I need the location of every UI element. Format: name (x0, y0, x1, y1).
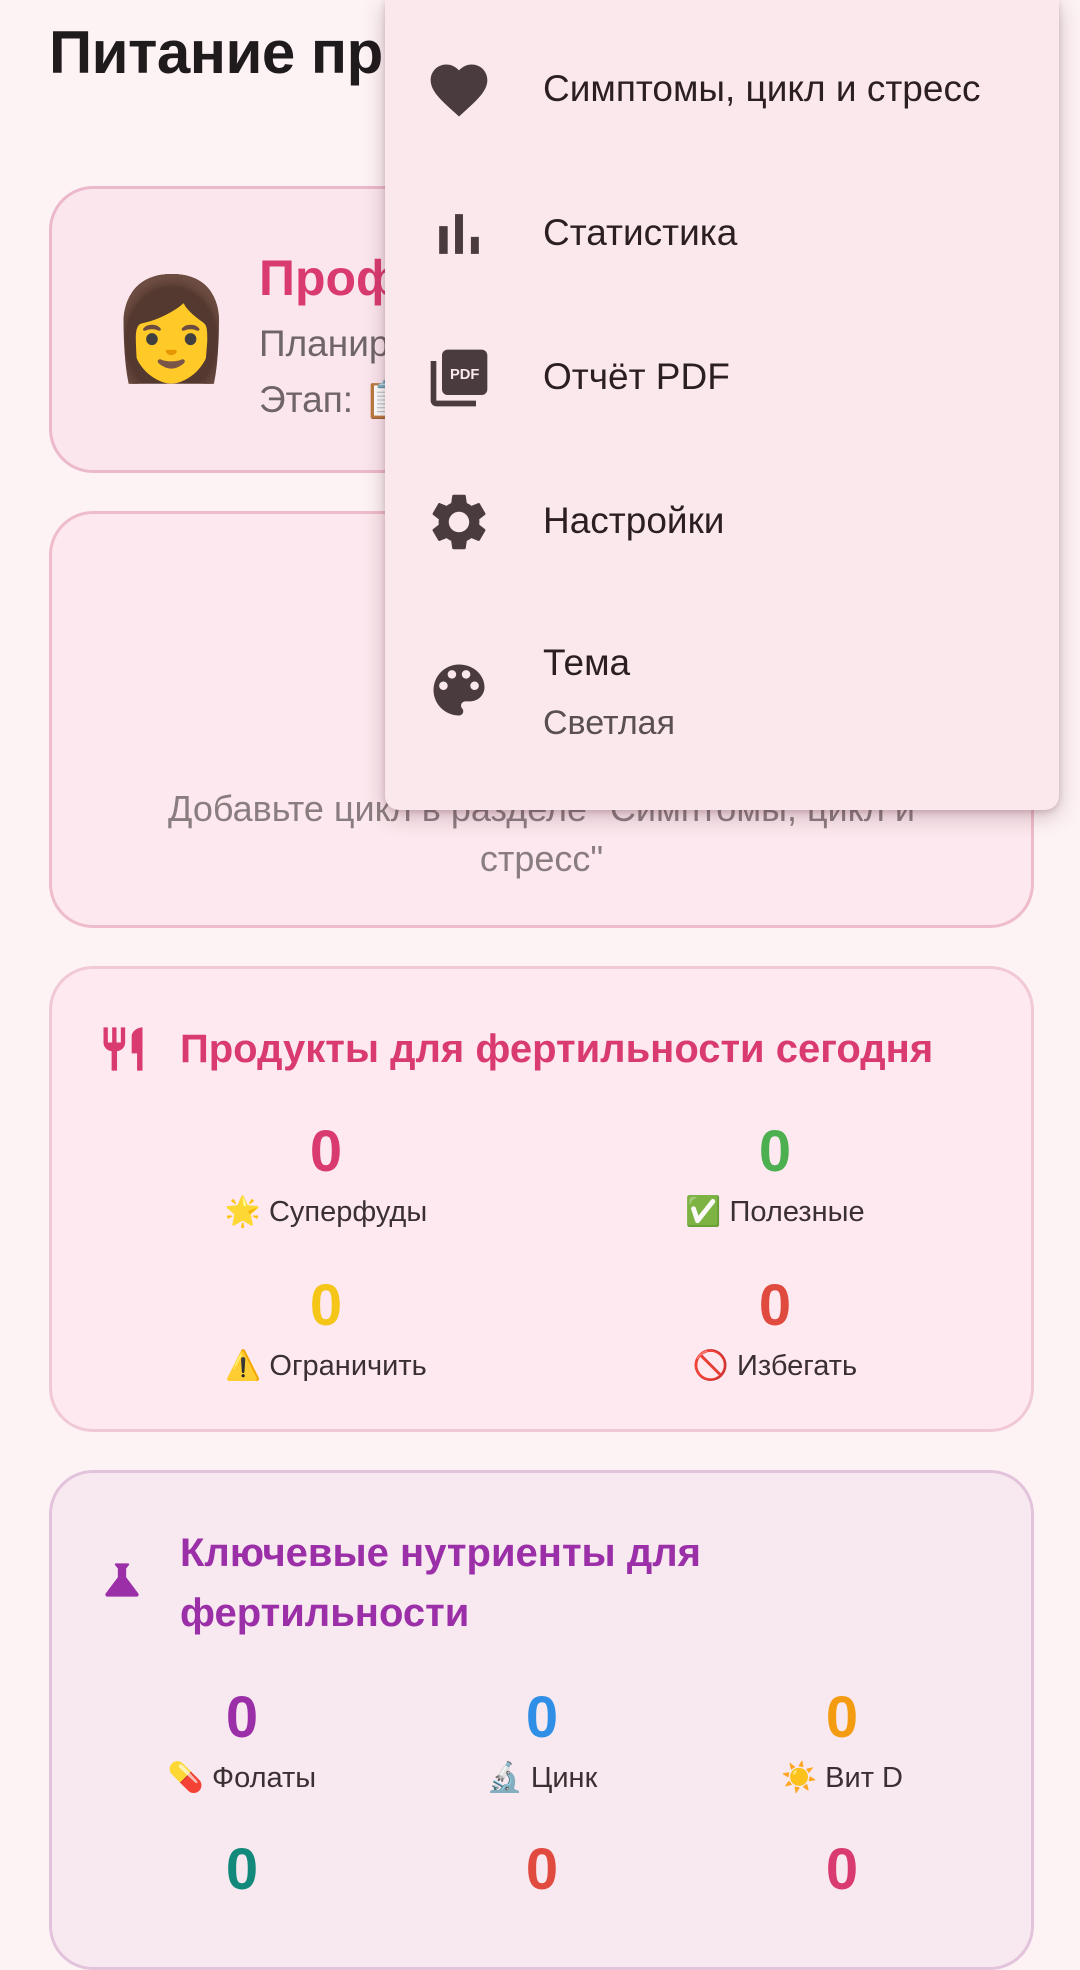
stat-avoid: 0 🚫 Избегать (595, 1273, 955, 1383)
stat-value: 0 (225, 1685, 259, 1750)
palette-icon (433, 664, 485, 716)
stat-value: 0 (309, 1273, 343, 1338)
nutrients-title: Ключевые нутриенты для фертильности (180, 1531, 701, 1635)
stat-label: 🌟 Суперфуды (224, 1196, 428, 1228)
stat-limit: 0 ⚠️ Ограничить (146, 1273, 506, 1383)
bar-chart-icon (439, 214, 479, 254)
gear-icon (432, 494, 486, 550)
page-title: Питание пр (49, 19, 383, 86)
menu-item-pdf-report[interactable]: PDF Отчёт PDF (385, 322, 1059, 432)
avatar: 👩 (109, 273, 234, 385)
stat-vitamin-d: 0 ☀️ Вит D (682, 1685, 1002, 1795)
svg-text:PDF: PDF (450, 367, 479, 383)
stat-label: 💊 Фолаты (167, 1762, 317, 1794)
stat-value: 0 (525, 1685, 559, 1750)
flask-icon (105, 1563, 139, 1597)
stat-label: ✅ Полезные (685, 1196, 865, 1228)
menu-item-label: Настройки (543, 500, 725, 541)
heart-icon (430, 64, 488, 117)
profile-plan: Планир (259, 323, 390, 364)
stat-value: 0 (309, 1119, 343, 1184)
stat-folate: 0 💊 Фолаты (82, 1685, 402, 1795)
stat-value: 0 (758, 1119, 792, 1184)
stat-nutrient-4: 0 (82, 1837, 402, 1903)
stat-label: 🚫 Избегать (692, 1350, 858, 1382)
stat-label: 🔬 Цинк (486, 1762, 598, 1794)
menu-item-theme[interactable]: Тема Светлая (385, 620, 1059, 770)
nutrients-card[interactable]: Ключевые нутриенты для фертильности 0 💊 … (49, 1470, 1034, 1970)
stat-zinc: 0 🔬 Цинк (382, 1685, 702, 1795)
menu-item-label: Статистика (543, 212, 738, 253)
stat-value: 0 (825, 1685, 859, 1750)
products-card[interactable]: Продукты для фертильности сегодня 0 🌟 Су… (49, 966, 1034, 1432)
menu-item-label: Тема (543, 642, 631, 683)
fork-knife-icon (103, 1027, 143, 1071)
stat-value: 0 (825, 1837, 859, 1902)
overflow-menu: Симптомы, цикл и стресс Статистика PDF О… (385, 0, 1059, 810)
menu-item-statistics[interactable]: Статистика (385, 178, 1059, 288)
stat-nutrient-5: 0 (382, 1837, 702, 1903)
pdf-icon: PDF (430, 349, 488, 407)
stat-label: ⚠️ Ограничить (225, 1350, 427, 1382)
stat-value: 0 (225, 1837, 259, 1902)
stat-value: 0 (758, 1273, 792, 1338)
menu-item-settings[interactable]: Настройки (385, 466, 1059, 576)
stat-nutrient-6: 0 (682, 1837, 1002, 1903)
profile-name: Проф (259, 250, 400, 306)
menu-item-label: Симптомы, цикл и стресс (543, 68, 981, 109)
stat-healthy: 0 ✅ Полезные (595, 1119, 955, 1229)
stat-superfoods: 0 🌟 Суперфуды (146, 1119, 506, 1229)
stat-label: ☀️ Вит D (781, 1762, 903, 1794)
menu-item-label: Отчёт PDF (543, 356, 730, 397)
menu-item-symptoms[interactable]: Симптомы, цикл и стресс (385, 34, 1059, 144)
products-title: Продукты для фертильности сегодня (180, 1027, 934, 1071)
menu-item-subtitle: Светлая (543, 704, 675, 742)
stat-value: 0 (525, 1837, 559, 1902)
